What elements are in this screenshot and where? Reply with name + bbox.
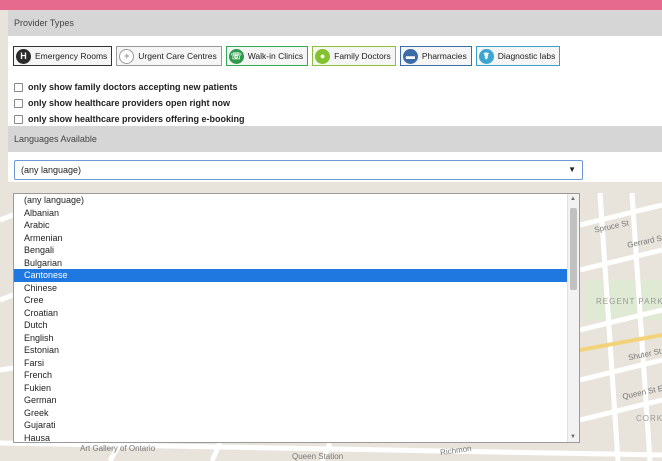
diagnostic-icon: ☤ [478, 48, 494, 64]
language-option[interactable]: Cree [14, 294, 568, 307]
language-option[interactable]: Greek [14, 407, 568, 420]
urgent-care-icon: + [119, 48, 135, 64]
language-option[interactable]: Bengali [14, 244, 568, 257]
language-option[interactable]: Cantonese [14, 269, 568, 282]
walk-in-clinics-button[interactable]: ☏ Walk-in Clinics [225, 46, 309, 66]
language-option[interactable]: Arabic [14, 219, 568, 232]
language-option[interactable]: Hausa [14, 432, 568, 443]
family-doctor-icon: ● [315, 48, 331, 64]
scrollbar-thumb[interactable] [570, 208, 577, 290]
language-select-value: (any language) [21, 165, 82, 175]
dropdown-scrollbar[interactable]: ▲ ▼ [567, 194, 579, 442]
language-option[interactable]: French [14, 369, 568, 382]
hospital-h-icon: H [16, 48, 31, 64]
scroll-up-icon[interactable]: ▲ [570, 196, 576, 202]
button-label: Family Doctors [334, 51, 391, 61]
emergency-rooms-button[interactable]: H Emergency Rooms [13, 46, 113, 66]
language-option[interactable]: Armenian [14, 232, 568, 245]
urgent-care-centres-button[interactable]: + Urgent Care Centres [116, 46, 222, 66]
checkbox-label: only show family doctors accepting new p… [28, 82, 238, 92]
language-option[interactable]: Chinese [14, 282, 568, 295]
provider-type-buttons: H Emergency Rooms + Urgent Care Centres … [13, 46, 564, 66]
family-doctors-button[interactable]: ● Family Doctors [312, 46, 396, 66]
languages-area: (any language) ▼ [8, 152, 662, 182]
checkbox-label: only show healthcare providers offering … [28, 114, 245, 124]
pharmacies-button[interactable]: ▬ Pharmacies [399, 46, 472, 66]
language-option[interactable]: Farsi [14, 357, 568, 370]
language-option[interactable]: Gujarati [14, 419, 568, 432]
button-label: Walk-in Clinics [247, 51, 304, 61]
filter-accepting-patients[interactable]: only show family doctors accepting new p… [14, 82, 238, 92]
language-option[interactable]: Fukien [14, 382, 568, 395]
checkbox[interactable] [14, 114, 23, 124]
chevron-down-icon: ▼ [568, 165, 576, 174]
filter-open-now[interactable]: only show healthcare providers open righ… [14, 98, 230, 108]
language-options: (any language) Albanian Arabic Armenian Beng… [14, 194, 568, 443]
language-option[interactable]: (any language) [14, 194, 568, 207]
app-header-strip [0, 0, 662, 10]
provider-types-header: Provider Types [8, 10, 662, 36]
provider-types-area: H Emergency Rooms + Urgent Care Centres … [8, 36, 662, 126]
diagnostic-labs-button[interactable]: ☤ Diagnostic labs [475, 46, 561, 66]
checkbox[interactable] [14, 82, 23, 92]
language-option[interactable]: English [14, 332, 568, 345]
button-label: Emergency Rooms [35, 51, 108, 61]
checkbox-label: only show healthcare providers open righ… [28, 98, 231, 108]
language-option[interactable]: Albanian [14, 207, 568, 220]
scroll-down-icon[interactable]: ▼ [570, 434, 576, 440]
language-select[interactable]: (any language) ▼ [14, 160, 583, 180]
language-dropdown-list[interactable]: (any language) Albanian Arabic Armenian Beng… [13, 193, 580, 443]
button-label: Urgent Care Centres [138, 51, 217, 61]
languages-header: Languages Available [8, 126, 662, 152]
language-option[interactable]: Bulgarian [14, 257, 568, 270]
filter-e-booking[interactable]: only show healthcare providers offering … [14, 114, 245, 124]
pharmacy-icon: ▬ [402, 48, 418, 64]
button-label: Diagnostic labs [497, 51, 556, 61]
button-label: Pharmacies [421, 51, 467, 61]
language-option[interactable]: Croatian [14, 307, 568, 320]
language-option[interactable]: Estonian [14, 344, 568, 357]
walk-in-icon: ☏ [228, 48, 244, 64]
checkbox[interactable] [14, 98, 23, 108]
language-option[interactable]: Dutch [14, 319, 568, 332]
language-option[interactable]: German [14, 394, 568, 407]
